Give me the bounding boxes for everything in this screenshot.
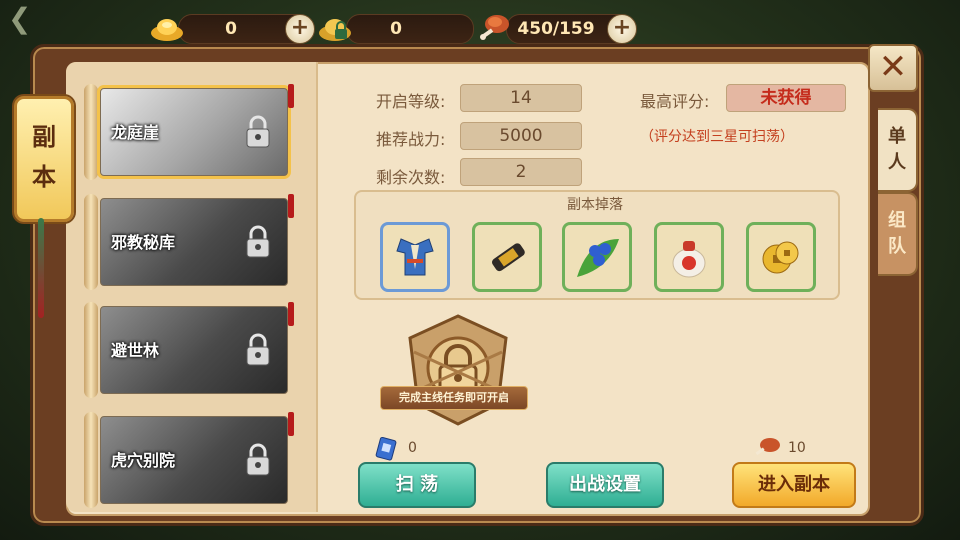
dungeon-card-xiejiaomiku[interactable]: 邪教秘库 (84, 192, 294, 292)
best-score-label: 最高评分: (640, 92, 710, 111)
ribbon-decoration (288, 84, 294, 108)
ribbon-decoration (288, 194, 294, 218)
power-value: 5000 (460, 122, 582, 150)
scroll-rod (84, 84, 98, 180)
locked-medallion-icon (408, 314, 508, 426)
dungeon-card-huxuebieyuan[interactable]: 虎穴别院 (84, 410, 294, 510)
armor-icon (396, 238, 434, 276)
tab-team-char-2: 队 (888, 236, 906, 257)
dungeon-name: 虎穴别院 (111, 451, 176, 470)
unlock-condition-text: 完成主线任务即可开启 (380, 386, 528, 410)
scroll-icon (492, 243, 525, 272)
scroll-rod (84, 194, 98, 290)
battle-setup-button[interactable]: 出战设置 (546, 462, 664, 508)
lock-icon (246, 333, 270, 366)
stamina-resource: 450/159 + (480, 14, 637, 44)
add-gold-button[interactable]: + (285, 14, 315, 44)
dungeon-thumbnail: 邪教秘库 (100, 198, 288, 286)
drops-title: 副本掉落 (567, 197, 623, 213)
dungeon-name: 避世林 (111, 341, 160, 360)
locked-ingot-resource: 0 (319, 14, 474, 44)
dungeon-banner: 副 本 (14, 96, 74, 222)
dungeon-thumbnail: 避世林 (100, 306, 288, 394)
drop-slot-coin[interactable] (746, 222, 816, 292)
tab-team[interactable]: 组 队 (878, 192, 918, 276)
gold-ingot-value: 0 (225, 19, 237, 39)
scroll-rod (84, 412, 98, 508)
dungeon-thumbnail: 龙庭崖 (100, 88, 288, 176)
remaining-label: 剩余次数: (376, 168, 446, 187)
drop-slot-medicine-jar[interactable] (654, 222, 724, 292)
drumstick-icon (755, 438, 780, 456)
sweep-button[interactable]: 扫 荡 (358, 462, 476, 508)
back-arrow-icon[interactable]: ❮ (8, 2, 58, 36)
dungeon-thumbnail: 虎穴别院 (100, 416, 288, 504)
dungeon-name: 邪教秘库 (111, 233, 176, 252)
tassel-decoration (38, 218, 44, 318)
banner-char-1: 副 (32, 123, 56, 151)
close-button[interactable]: ✕ (868, 44, 918, 92)
lock-icon (246, 443, 270, 476)
drop-slot-armor[interactable] (380, 222, 450, 292)
dungeon-name: 龙庭崖 (111, 123, 160, 142)
add-stamina-button[interactable]: + (607, 14, 637, 44)
sweep-ticket-icon (375, 436, 397, 461)
scroll-rod (84, 302, 98, 398)
tab-solo[interactable]: 单 人 (878, 108, 918, 192)
stamina-cost: 10 (788, 440, 806, 456)
drop-slot-berry-leaf[interactable] (562, 222, 632, 292)
power-label: 推荐战力: (376, 130, 446, 149)
lock-icon (246, 115, 270, 148)
sweep-ticket-count: 0 (408, 440, 417, 456)
gold-ingot-resource: 0 + (151, 14, 315, 44)
background-nav (230, 518, 730, 540)
dungeon-card-longtingya[interactable]: 龙庭崖 (84, 82, 294, 182)
stamina-value: 450/159 (517, 19, 595, 39)
ribbon-decoration (288, 302, 294, 326)
medicine-jar-icon (672, 241, 706, 278)
tab-solo-char-1: 单 (888, 126, 906, 147)
sweep-hint: （评分达到三星可扫荡） (640, 129, 794, 145)
best-score-value: 未获得 (726, 84, 846, 112)
open-level-value: 14 (460, 84, 582, 112)
ribbon-decoration (288, 412, 294, 436)
dungeon-card-bishilin[interactable]: 避世林 (84, 300, 294, 400)
remaining-value: 2 (460, 158, 582, 186)
enter-dungeon-button[interactable]: 进入副本 (732, 462, 856, 508)
lock-icon (246, 225, 270, 258)
berry-leaf-icon (577, 239, 619, 277)
tab-solo-char-2: 人 (888, 152, 906, 173)
coin-icon (762, 241, 799, 274)
drop-slot-scroll[interactable] (472, 222, 542, 292)
tab-team-char-1: 组 (888, 210, 906, 231)
open-level-label: 开启等级: (376, 92, 446, 111)
locked-ingot-value: 0 (390, 19, 402, 39)
banner-char-2: 本 (32, 163, 56, 191)
